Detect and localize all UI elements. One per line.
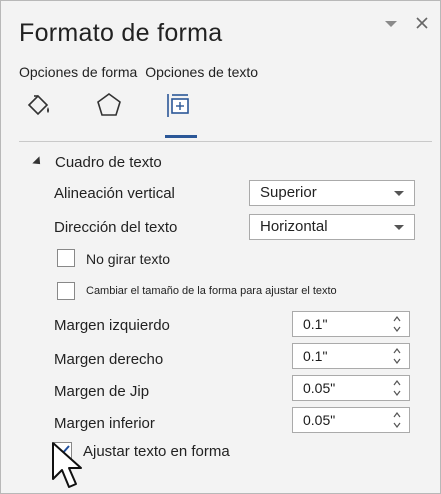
vertical-alignment-label: Alineación vertical — [54, 185, 175, 202]
margin-left-label: Margen izquierdo — [54, 317, 170, 334]
margin-right-spinner[interactable]: 0.1" — [292, 343, 410, 369]
section-header-text-box[interactable]: Cuadro de texto — [32, 154, 162, 171]
divider — [19, 141, 432, 142]
spin-up-icon[interactable] — [393, 347, 401, 355]
close-icon[interactable] — [414, 15, 430, 31]
tab-shape-options[interactable]: Opciones de forma — [19, 64, 137, 80]
resize-shape-checkbox[interactable] — [57, 282, 75, 300]
spin-up-icon[interactable] — [393, 379, 401, 387]
dropdown-arrow-icon — [394, 225, 404, 230]
margin-left-spinner[interactable]: 0.1" — [292, 311, 410, 337]
resize-shape-label: Cambiar el tamaño de la forma para ajust… — [86, 285, 337, 297]
margin-top-spinner[interactable]: 0.05" — [292, 375, 410, 401]
spin-up-icon[interactable] — [393, 411, 401, 419]
margin-left-value: 0.1" — [303, 316, 328, 332]
chevron-down-icon[interactable] — [383, 19, 399, 29]
no-rotate-text-checkbox[interactable] — [57, 249, 75, 267]
no-rotate-text-label: No girar texto — [86, 251, 171, 267]
mouse-pointer-icon — [52, 442, 82, 488]
effects-pentagon-icon[interactable] — [95, 91, 123, 119]
margin-bottom-spinner[interactable]: 0.05" — [292, 407, 410, 433]
margin-top-value: 0.05" — [303, 380, 336, 396]
margin-top-label: Margen de Jip — [54, 383, 150, 400]
wrap-text-label: Ajustar texto en forma — [83, 443, 230, 460]
dropdown-arrow-icon — [394, 191, 404, 196]
spin-up-icon[interactable] — [393, 315, 401, 323]
section-title: Cuadro de texto — [55, 154, 162, 171]
spin-down-icon[interactable] — [393, 389, 401, 397]
spin-down-icon[interactable] — [393, 421, 401, 429]
selected-category-indicator — [165, 135, 197, 138]
format-shape-pane: Formato de forma Opciones de forma Opcio… — [0, 0, 441, 494]
options-tabs: Opciones de forma Opciones de texto — [19, 64, 262, 80]
fill-line-icon[interactable] — [25, 91, 53, 119]
tab-text-options[interactable]: Opciones de texto — [145, 64, 258, 80]
margin-right-value: 0.1" — [303, 348, 328, 364]
text-direction-label: Dirección del texto — [54, 219, 178, 236]
margin-bottom-value: 0.05" — [303, 412, 336, 428]
margin-bottom-label: Margen inferior — [54, 415, 155, 432]
spin-down-icon[interactable] — [393, 357, 401, 365]
margin-right-label: Margen derecho — [54, 351, 164, 368]
pane-title: Formato de forma — [19, 19, 223, 47]
size-properties-icon[interactable] — [165, 91, 193, 119]
collapse-triangle-icon — [32, 156, 44, 168]
spin-down-icon[interactable] — [393, 325, 401, 333]
text-direction-select[interactable]: Horizontal — [249, 214, 415, 240]
vertical-alignment-select[interactable]: Superior — [249, 180, 415, 206]
text-direction-value: Horizontal — [260, 218, 328, 235]
vertical-alignment-value: Superior — [260, 184, 317, 201]
